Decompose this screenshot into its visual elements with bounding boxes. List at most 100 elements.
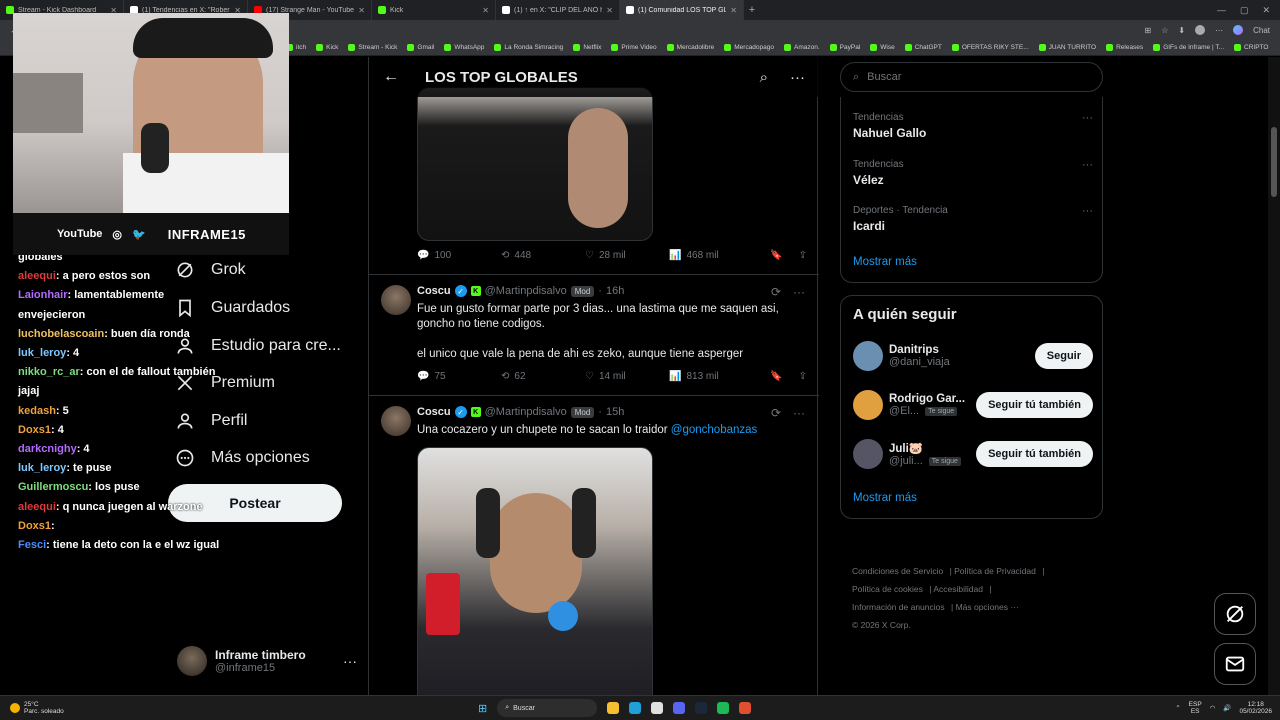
close-window-icon[interactable]: ✕ xyxy=(1262,5,1270,16)
share-icon[interactable]: ⇪ xyxy=(799,371,807,382)
avatar[interactable] xyxy=(853,390,883,420)
bookmark-icon[interactable]: 🔖 xyxy=(770,250,782,261)
windows-start-icon[interactable]: ⊞ xyxy=(478,702,487,715)
timestamp[interactable]: 16h xyxy=(606,285,624,297)
bookmark-item[interactable]: Gmail xyxy=(407,44,434,51)
menu-icon[interactable]: ⋯ xyxy=(1215,26,1223,35)
minimize-icon[interactable]: — xyxy=(1217,5,1226,16)
steam-icon[interactable] xyxy=(695,702,708,714)
follow-suggestion[interactable]: Danitrips @dani_viaja Seguir xyxy=(853,339,1093,373)
footer-link-terms[interactable]: Condiciones de Servicio xyxy=(852,566,943,576)
avatar[interactable] xyxy=(853,439,883,469)
new-tab-button[interactable]: + xyxy=(744,4,760,16)
like-button[interactable]: ♡ 28 mil xyxy=(585,250,669,261)
bookmark-item[interactable]: WhatsApp xyxy=(444,44,484,51)
tweet[interactable]: Coscu ✓ K @Martinpdisalvo Mod · 15h ⟳ ···… xyxy=(369,395,819,695)
repost-button[interactable]: ⟲ 62 xyxy=(501,371,585,382)
timestamp[interactable]: 15h xyxy=(606,406,624,418)
author-name[interactable]: Coscu xyxy=(417,285,451,297)
show-more-link[interactable]: Mostrar más xyxy=(853,492,917,504)
close-tab-icon[interactable]: ✕ xyxy=(482,6,489,15)
grok-icon[interactable]: ⟳ xyxy=(771,285,781,299)
more-icon[interactable]: ··· xyxy=(793,285,805,299)
tweet[interactable]: Coscu ✓ K @Martinpdisalvo Mod · 16h ⟳ ···… xyxy=(369,274,819,394)
bookmark-item[interactable]: GIFs de Inframe | T... xyxy=(1153,44,1224,51)
file-explorer-icon[interactable] xyxy=(607,702,620,714)
bookmark-item[interactable]: PayPal xyxy=(829,44,860,51)
more-icon[interactable]: ··· xyxy=(1082,205,1093,217)
follow-back-button[interactable]: Seguir tú también xyxy=(976,392,1093,418)
close-tab-icon[interactable]: ✕ xyxy=(606,6,613,15)
bookmark-item[interactable]: Mercadopago xyxy=(724,44,774,51)
app-icon[interactable] xyxy=(739,702,752,714)
discord-icon[interactable] xyxy=(673,702,686,714)
trend-item[interactable]: Tendencias Vélez ··· xyxy=(853,159,1093,187)
back-arrow-icon[interactable]: ← xyxy=(383,68,399,86)
bookmark-item[interactable]: OFERTAS RIKY STE... xyxy=(951,44,1029,51)
profile-avatar[interactable] xyxy=(1195,25,1206,35)
bookmark-star-icon[interactable]: ☆ xyxy=(1161,26,1168,35)
search-input[interactable]: ⌕ Buscar xyxy=(840,62,1103,92)
bookmark-item[interactable]: CRIPTO xyxy=(1234,44,1268,51)
download-icon[interactable]: ⬇ xyxy=(1178,26,1185,35)
copilot-icon[interactable] xyxy=(1233,25,1244,35)
taskbar-search[interactable]: ⌕ Buscar xyxy=(497,699,598,717)
maximize-icon[interactable]: ▢ xyxy=(1240,5,1249,16)
close-tab-icon[interactable]: ✕ xyxy=(358,6,365,15)
close-tab-icon[interactable]: ✕ xyxy=(730,6,737,15)
post-media-image[interactable] xyxy=(417,447,653,695)
bookmark-item[interactable]: ChatGPT xyxy=(904,44,942,51)
avatar[interactable] xyxy=(853,341,883,371)
reply-button[interactable]: 💬 75 xyxy=(417,371,501,382)
chrome-icon[interactable] xyxy=(651,702,664,714)
footer-link-more[interactable]: Más opciones ··· xyxy=(956,602,1019,612)
bookmark-item[interactable]: Netflix xyxy=(573,44,601,51)
views-button[interactable]: 📊 813 mil xyxy=(669,371,753,382)
bookmark-item[interactable]: Amazon. xyxy=(784,44,820,51)
views-button[interactable]: 📊 468 mil xyxy=(669,250,753,261)
author-handle[interactable]: @Martinpdisalvo xyxy=(485,285,567,297)
grok-fab-button[interactable] xyxy=(1214,593,1256,635)
author-name[interactable]: Coscu xyxy=(417,406,451,418)
more-icon[interactable]: ··· xyxy=(343,653,357,669)
more-icon[interactable]: ··· xyxy=(790,69,805,86)
trend-item[interactable]: Tendencias Nahuel Gallo ··· xyxy=(853,112,1093,140)
clock[interactable]: 12:18 05/02/2026 xyxy=(1239,701,1272,715)
browser-tab[interactable]: Kick ✕ xyxy=(372,0,496,20)
footer-link-accessibility[interactable]: Accesibilidad xyxy=(933,584,983,594)
extensions-icon[interactable]: ⊞ xyxy=(1145,26,1152,35)
trend-item[interactable]: Deportes · Tendencia Icardi ··· xyxy=(853,205,1093,233)
bookmark-item[interactable]: itch xyxy=(286,44,306,51)
browser-tab-active[interactable]: (1) Comunidad LOS TOP GLOBALES ✕ xyxy=(620,0,744,20)
language-indicator[interactable]: ESP ES xyxy=(1189,701,1202,715)
browser-tab[interactable]: (1) ↑ en X: "CLIP DEL AÑO https://... ✕ xyxy=(496,0,620,20)
spotify-icon[interactable] xyxy=(717,702,730,714)
account-switcher[interactable]: Inframe timbero @inframe15 ··· xyxy=(177,645,357,677)
bookmark-item[interactable]: Releases xyxy=(1106,44,1143,51)
bookmark-item[interactable]: JUAN TURRITO xyxy=(1038,44,1096,51)
bookmark-item[interactable]: Wise xyxy=(870,44,895,51)
messages-fab-button[interactable] xyxy=(1214,643,1256,685)
grok-icon[interactable]: ⟳ xyxy=(771,406,781,420)
wifi-icon[interactable]: ◠ xyxy=(1210,704,1216,712)
weather-widget[interactable]: 25°C Parc. soleado xyxy=(0,701,300,715)
post-media-image[interactable] xyxy=(417,87,653,241)
bookmark-item[interactable]: La Ronda Simracing xyxy=(494,44,563,51)
more-icon[interactable]: ··· xyxy=(1082,112,1093,124)
follow-button[interactable]: Seguir xyxy=(1034,343,1093,369)
avatar[interactable] xyxy=(381,406,411,436)
bookmark-item[interactable]: Mercadolibre xyxy=(666,44,714,51)
page-scrollbar[interactable] xyxy=(1268,57,1280,695)
mention-link[interactable]: @gonchobanzas xyxy=(671,424,758,436)
edge-icon[interactable] xyxy=(629,702,642,714)
bookmark-item[interactable]: Stream - Kick xyxy=(348,44,397,51)
bookmark-icon[interactable]: 🔖 xyxy=(770,371,782,382)
bookmark-item[interactable]: Prime Video xyxy=(611,44,657,51)
follow-back-button[interactable]: Seguir tú también xyxy=(976,441,1093,467)
reply-button[interactable]: 💬 100 xyxy=(417,250,501,261)
repost-button[interactable]: ⟲ 448 xyxy=(501,250,585,261)
author-handle[interactable]: @Martinpdisalvo xyxy=(485,406,567,418)
tray-chevron-icon[interactable]: ⌃ xyxy=(1175,704,1180,712)
footer-link-privacy[interactable]: Política de Privacidad xyxy=(954,566,1036,576)
like-button[interactable]: ♡ 14 mil xyxy=(585,371,669,382)
